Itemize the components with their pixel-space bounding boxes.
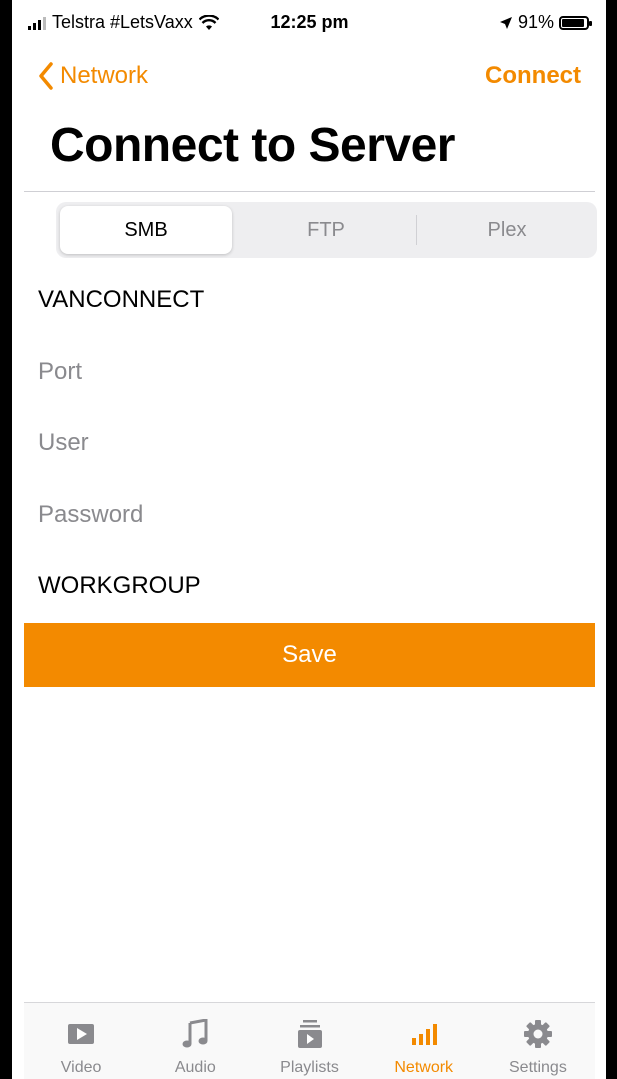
- status-right: 91%: [499, 12, 592, 33]
- save-button[interactable]: Save: [24, 623, 595, 687]
- user-field[interactable]: User: [38, 429, 89, 457]
- connect-button[interactable]: Connect: [485, 62, 581, 90]
- segment-plex[interactable]: Plex: [417, 202, 597, 258]
- back-label: Network: [60, 62, 149, 89]
- tab-playlists[interactable]: Playlists: [252, 1003, 366, 1079]
- segment-ftp[interactable]: FTP: [236, 202, 416, 258]
- server-field[interactable]: VANCONNECT: [38, 286, 204, 314]
- page-title: Connect to Server: [50, 119, 455, 172]
- header-divider: [24, 191, 595, 192]
- chevron-left-icon: [39, 62, 53, 90]
- video-icon: [64, 1017, 98, 1051]
- tab-network[interactable]: Network: [367, 1003, 481, 1079]
- back-button[interactable]: Network: [38, 62, 148, 90]
- battery-percent: 91%: [517, 12, 554, 32]
- password-field[interactable]: Password: [38, 501, 143, 529]
- tab-label: Audio: [174, 1059, 216, 1076]
- gear-icon: [521, 1017, 555, 1051]
- status-bar: Telstra #LetsVaxx 12:25 pm 91%: [24, 0, 595, 52]
- port-field[interactable]: Port: [38, 358, 82, 386]
- workgroup-field[interactable]: WORKGROUP: [38, 572, 201, 600]
- network-bars-icon: [407, 1017, 441, 1051]
- segment-smb[interactable]: SMB: [60, 206, 232, 254]
- tab-label: Network: [394, 1059, 454, 1076]
- protocol-segmented-control: SMB FTP Plex: [56, 202, 597, 258]
- playlist-icon: [293, 1017, 327, 1051]
- screen: Telstra #LetsVaxx 12:25 pm 91% Network C…: [24, 0, 597, 1079]
- tab-settings[interactable]: Settings: [481, 1003, 595, 1079]
- tab-label: Playlists: [280, 1059, 339, 1076]
- tab-label: Settings: [509, 1059, 567, 1076]
- battery-icon: [559, 15, 592, 30]
- music-note-icon: [178, 1017, 212, 1051]
- tab-bar: Video Audio Playlists Network Settings: [24, 1002, 595, 1079]
- navigation-bar: Network Connect: [24, 52, 595, 104]
- location-arrow-icon: [499, 16, 512, 29]
- tab-video[interactable]: Video: [24, 1003, 138, 1079]
- tab-audio[interactable]: Audio: [138, 1003, 252, 1079]
- tab-label: Video: [60, 1059, 102, 1076]
- device-frame: Telstra #LetsVaxx 12:25 pm 91% Network C…: [0, 0, 617, 1079]
